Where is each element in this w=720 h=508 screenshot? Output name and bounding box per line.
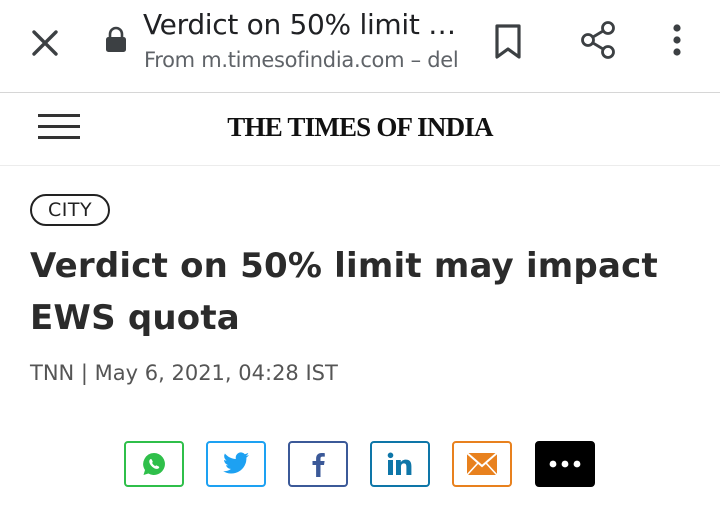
whatsapp-share-button[interactable] [124,441,184,487]
more-options-button[interactable] [662,18,692,62]
bookmark-button[interactable] [488,20,528,64]
more-vert-icon [673,24,681,56]
facebook-share-button[interactable] [288,441,348,487]
lock-icon [106,26,126,52]
share-button[interactable] [576,18,620,62]
mail-icon [466,452,498,476]
whatsapp-icon [143,453,165,475]
linkedin-share-button[interactable] [370,441,430,487]
page-title[interactable]: Verdict on 50% limit … [143,8,453,41]
twitter-share-button[interactable] [206,441,266,487]
category-badge[interactable]: CITY [30,194,111,226]
close-button[interactable] [26,24,64,62]
article-headline: Verdict on 50% limit may impact EWS quot… [30,246,658,338]
share-icon [581,21,615,59]
close-icon [32,30,58,56]
more-share-button[interactable] [535,441,595,487]
bookmark-icon [495,24,521,59]
linkedin-icon [387,452,412,475]
site-logo[interactable]: THE TIMES OF INDIA [0,112,720,143]
more-horiz-icon [549,460,581,468]
browser-toolbar: Verdict on 50% limit … From m.timesofind… [0,0,720,93]
article-byline: TNN | May 6, 2021, 04:28 IST [30,361,338,385]
url-text[interactable]: From m.timesofindia.com – del [144,48,464,72]
twitter-icon [223,452,249,474]
email-share-button[interactable] [452,441,512,487]
site-header: THE TIMES OF INDIA [0,93,720,166]
facebook-icon [312,453,325,477]
